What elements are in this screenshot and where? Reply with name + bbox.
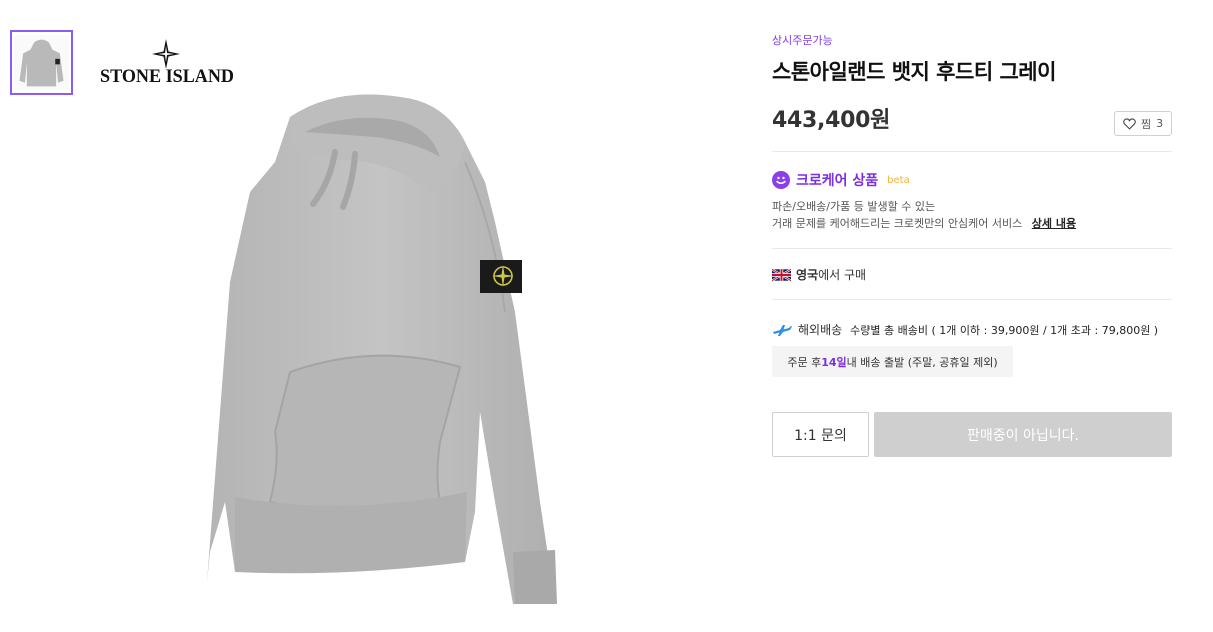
shipping-fee: 수량별 총 배송비 ( 1개 이하 : 39,900원 / 1개 초과 : 79… bbox=[850, 323, 1159, 337]
beta-label: beta bbox=[887, 174, 910, 186]
note-prefix: 주문 후 bbox=[787, 355, 822, 369]
origin-suffix: 에서 구매 bbox=[818, 268, 867, 282]
divider bbox=[772, 248, 1172, 249]
heart-icon bbox=[1123, 117, 1136, 130]
product-main-image bbox=[195, 82, 565, 612]
care-description-text: 거래 문제를 케어해드리는 크로켓만의 안심케어 서비스 bbox=[772, 217, 1023, 230]
origin-country: 영국 bbox=[796, 268, 819, 282]
care-service-header: 크로케어 상품 beta bbox=[772, 170, 910, 190]
product-title: 스톤아일랜드 뱃지 후드티 그레이 bbox=[772, 60, 1056, 84]
product-thumbnail[interactable] bbox=[10, 30, 73, 95]
shipping-info: 해외배송 수량별 총 배송비 ( 1개 이하 : 39,900원 / 1개 초과… bbox=[772, 321, 1158, 338]
care-description-line2: 거래 문제를 케어해드리는 크로켓만의 안심케어 서비스 상세 내용 bbox=[772, 215, 1076, 231]
hoodie-thumbnail-image bbox=[14, 35, 69, 90]
product-price: 443,400원 bbox=[772, 108, 891, 133]
care-title: 크로케어 상품 bbox=[796, 173, 879, 189]
note-days: 14일 bbox=[821, 355, 847, 369]
wishlist-count: 3 bbox=[1156, 117, 1164, 130]
inquiry-button[interactable]: 1:1 문의 bbox=[772, 412, 869, 457]
care-detail-link[interactable]: 상세 내용 bbox=[1032, 217, 1076, 230]
shipping-type: 해외배송 bbox=[798, 323, 843, 337]
wishlist-label: 찜 bbox=[1140, 117, 1152, 131]
purchase-origin: 영국에서 구매 bbox=[772, 266, 866, 283]
uk-flag-icon bbox=[772, 268, 791, 281]
divider bbox=[772, 151, 1172, 152]
wishlist-button[interactable]: 찜 3 bbox=[1114, 111, 1172, 136]
note-suffix: 내 배송 출발 (주말, 공휴일 제외) bbox=[846, 355, 998, 369]
availability-badge: 상시주문가능 bbox=[772, 34, 833, 47]
shipping-departure-note: 주문 후 14일 내 배송 출발 (주말, 공휴일 제외) bbox=[772, 346, 1013, 377]
divider bbox=[772, 299, 1172, 300]
airplane-icon bbox=[773, 324, 792, 336]
not-for-sale-button[interactable]: 판매중이 아닙니다. bbox=[874, 412, 1172, 457]
croketcare-smile-icon bbox=[772, 171, 790, 189]
care-description-line1: 파손/오배송/가품 등 발생할 수 있는 bbox=[772, 200, 936, 213]
